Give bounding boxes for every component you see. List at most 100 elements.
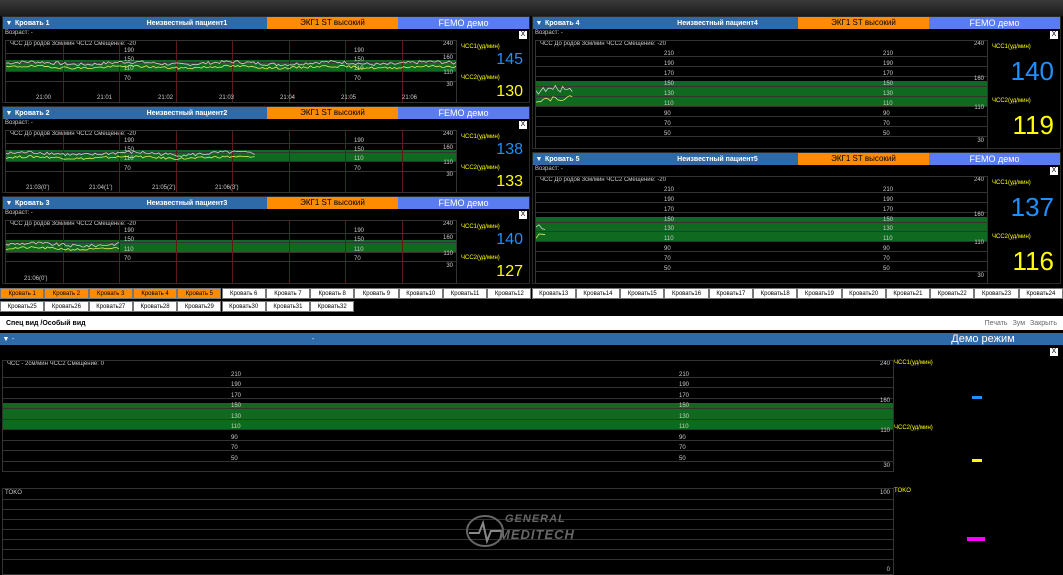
fhr2-line bbox=[6, 155, 255, 160]
bed-tabs: Кровать 1 Кровать 2 Кровать 3 Кровать 4 Кров… bbox=[0, 288, 1063, 314]
zoom-button[interactable]: Зум bbox=[1013, 320, 1025, 327]
bed-tab[interactable]: Кровать31 bbox=[265, 301, 311, 312]
bed-tab[interactable]: Кровать 3 bbox=[88, 288, 133, 299]
grid-label-left: 190 bbox=[231, 382, 242, 389]
bed-label[interactable]: Кровать 5 bbox=[545, 156, 637, 163]
bed-tab[interactable]: Кровать 7 bbox=[265, 288, 311, 299]
hr1-label: ЧСС1(уд/мин) bbox=[992, 180, 1031, 186]
scale-min: 30 bbox=[446, 263, 453, 269]
bed-tab[interactable]: Кровать25 bbox=[0, 301, 45, 312]
general-meditech-logo: GENERAL MEDITECH bbox=[465, 511, 605, 551]
time-label: 21:05 bbox=[341, 95, 357, 101]
bed-tab[interactable]: Кровать29 bbox=[177, 301, 222, 312]
bed-tab[interactable]: Кровать19 bbox=[797, 288, 842, 299]
bed-tab[interactable]: Кровать 2 bbox=[44, 288, 89, 299]
monitor-panel: ▼ Кровать 1 Неизвестный пациент1 ЭКГ1 ST вы… bbox=[2, 16, 530, 103]
collapse-arrow-icon[interactable]: ▼ bbox=[533, 156, 545, 163]
bed-tab[interactable]: Кровать13 bbox=[531, 288, 576, 299]
bed-tab[interactable]: Кровать30 bbox=[221, 301, 266, 312]
bed-tab[interactable]: Кровать26 bbox=[44, 301, 89, 312]
bed-tab[interactable]: Кровать15 bbox=[620, 288, 665, 299]
bed-label[interactable]: Кровать 1 bbox=[15, 20, 107, 27]
hr1-label: ЧСС1(уд/мин) bbox=[461, 44, 500, 50]
print-button[interactable]: Печать bbox=[985, 320, 1008, 327]
scale-upper: 160 bbox=[973, 76, 984, 82]
grid-line bbox=[3, 460, 893, 462]
bed-label[interactable]: Кровать 2 bbox=[15, 110, 107, 117]
big-patient-label: - bbox=[312, 335, 315, 343]
bed-tab[interactable]: Кровать 5 bbox=[177, 288, 222, 299]
fhr1-line bbox=[6, 241, 120, 248]
bed-tab[interactable]: Кровать27 bbox=[88, 301, 133, 312]
bed-tab[interactable]: Кровать20 bbox=[841, 288, 886, 299]
close-button[interactable]: Закрыть bbox=[1030, 320, 1057, 327]
patient-name: Неизвестный пациент3 bbox=[146, 199, 228, 207]
grid-line bbox=[3, 376, 893, 378]
bed-tab[interactable]: Кровать28 bbox=[132, 301, 178, 312]
mode-label: FEMO демо bbox=[398, 107, 529, 119]
bed-tab[interactable]: Кровать22 bbox=[930, 288, 975, 299]
hr1-value: 140 bbox=[1010, 56, 1054, 86]
collapse-arrow-icon[interactable]: ▼ bbox=[3, 200, 15, 207]
bed-label[interactable]: Кровать 3 bbox=[15, 200, 107, 207]
toco-label: TOKO bbox=[894, 488, 911, 494]
bed-tab[interactable]: Кровать21 bbox=[885, 288, 931, 299]
bed-tab[interactable]: Кровать10 bbox=[398, 288, 443, 299]
panel-close-icon[interactable]: X bbox=[519, 31, 527, 39]
bed-tab[interactable]: Кровать 6 bbox=[221, 288, 266, 299]
patient-name: Неизвестный пациент2 bbox=[146, 109, 228, 117]
panel-close-icon[interactable]: X bbox=[519, 121, 527, 129]
bed-tab[interactable]: Кровать16 bbox=[664, 288, 709, 299]
bed-tab[interactable]: Кровать23 bbox=[974, 288, 1019, 299]
bed-label[interactable]: Кровать 4 bbox=[545, 20, 637, 27]
trace-plot: ЧСС До родов 3см/мин ЧСС2 Смещение: -20 1… bbox=[5, 40, 457, 103]
grid-label-left: 110 bbox=[231, 424, 241, 431]
hr2-value: 130 bbox=[496, 83, 523, 100]
bed-tab[interactable]: Кровать14 bbox=[575, 288, 621, 299]
collapse-arrow-icon[interactable]: ▼ bbox=[533, 20, 545, 27]
big-bed-label: - bbox=[12, 335, 15, 343]
monitor-panel: ▼ Кровать 4 Неизвестный пациент4 ЭКГ1 ST вы… bbox=[532, 16, 1061, 149]
grid-label-left: 90 bbox=[231, 434, 238, 441]
collapse-arrow-icon[interactable]: ▼ bbox=[3, 20, 15, 27]
grid-label-right: 90 bbox=[679, 434, 686, 441]
grid-label-right: 110 bbox=[679, 424, 689, 431]
trace-plot: ЧСС До родов 3см/мин ЧСС2 Смещение: -20 1… bbox=[5, 220, 457, 284]
vitals-panel: ЧСС1(уд/мин) 138 ЧСС2(уд/мин) 133 bbox=[459, 130, 529, 191]
bed-tab[interactable]: Кровать 1 bbox=[0, 288, 45, 299]
panel-close-icon[interactable]: X bbox=[1050, 31, 1058, 39]
time-label: 21:05(2') bbox=[152, 185, 176, 191]
panel-close-icon[interactable]: X bbox=[1050, 167, 1058, 175]
hr1-marker bbox=[972, 396, 982, 399]
hr2-label: ЧСС2(уд/мин) bbox=[894, 425, 933, 431]
time-label: 21:03(0') bbox=[26, 185, 50, 191]
mode-label: FEMO демо bbox=[398, 197, 529, 209]
collapse-arrow-icon[interactable]: ▼ bbox=[0, 336, 12, 343]
grid-line bbox=[3, 439, 893, 441]
hr1-value: 137 bbox=[1010, 192, 1054, 222]
grid-line bbox=[3, 418, 893, 420]
bed-tab[interactable]: Кровать 4 bbox=[132, 288, 178, 299]
fhr1-line bbox=[6, 150, 255, 157]
grid-label-left: 150 bbox=[231, 403, 242, 410]
bed-tab[interactable]: Кровать32 bbox=[310, 301, 355, 312]
scale-upper: 160 bbox=[442, 54, 453, 61]
grid-label-right: 70 bbox=[679, 445, 686, 452]
grid-label-right: 130 bbox=[679, 413, 690, 420]
panel-close-icon[interactable]: X bbox=[519, 211, 527, 219]
bed-tab[interactable]: Кровать11 bbox=[442, 288, 488, 299]
bed-tab[interactable]: Кровать12 bbox=[487, 288, 532, 299]
bed-tab[interactable]: Кровать 9 bbox=[354, 288, 399, 299]
special-view-title: Спец вид /Особый вид bbox=[6, 319, 86, 327]
bed-tab[interactable]: Кровать24 bbox=[1018, 288, 1063, 299]
collapse-arrow-icon[interactable]: ▼ bbox=[3, 110, 15, 117]
trace-plot: ЧСС До родов 3см/мин ЧСС2 Смещение: -20 2… bbox=[535, 40, 988, 149]
bed-tab[interactable]: Кровать17 bbox=[708, 288, 753, 299]
time-label: 21:06 bbox=[402, 95, 418, 101]
scale-max: 240 bbox=[442, 131, 453, 137]
bed-tab[interactable]: Кровать 8 bbox=[310, 288, 355, 299]
scale-lower: 110 bbox=[443, 250, 453, 257]
vitals-panel: ЧСС1(уд/мин) 145 ЧСС2(уд/мин) 130 bbox=[459, 40, 529, 101]
bed-tab[interactable]: Кровать18 bbox=[753, 288, 798, 299]
scale-max: 240 bbox=[442, 41, 453, 47]
